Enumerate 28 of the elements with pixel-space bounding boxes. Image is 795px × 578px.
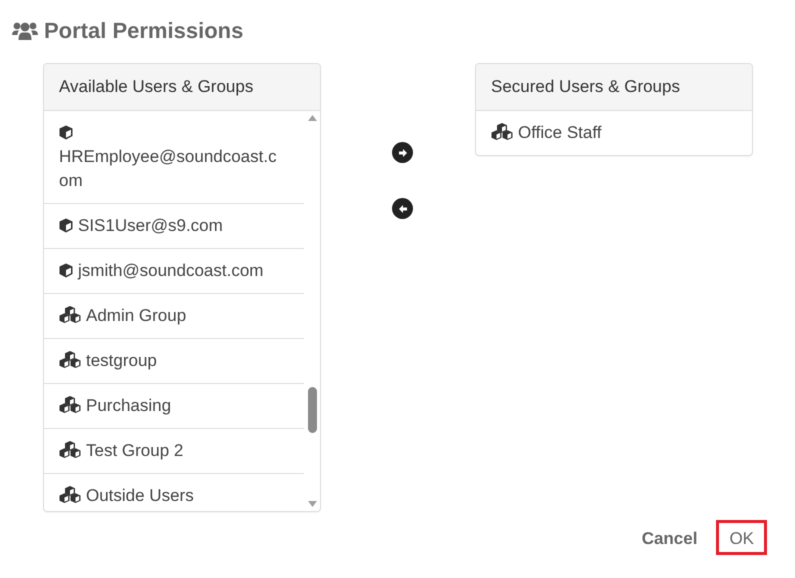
user-item[interactable]: jsmith@soundcoast.com (44, 249, 304, 294)
group-item[interactable]: testgroup (44, 339, 304, 384)
panel-heading: Available Users & Groups (59, 77, 254, 97)
group-item[interactable]: Purchasing (44, 384, 304, 429)
cubes-icon (59, 441, 81, 458)
group-item[interactable]: Office Staff (476, 111, 752, 155)
cubes-icon (491, 123, 513, 140)
user-item[interactable]: HREmployee@soundcoast.com (44, 111, 304, 204)
cubes-icon (59, 351, 81, 368)
cubes-icon (59, 396, 81, 413)
group-item[interactable]: Outside Users (44, 474, 304, 511)
scrollbar-thumb[interactable] (308, 387, 316, 433)
cube-icon (59, 218, 73, 233)
cubes-icon (59, 486, 81, 503)
scroll-down-icon[interactable] (308, 501, 316, 507)
user-item[interactable]: SIS1User@s9.com (44, 204, 304, 249)
panel-heading: Secured Users & Groups (491, 77, 680, 97)
cubes-icon (59, 306, 81, 323)
move-left-button[interactable] (392, 198, 413, 219)
cube-icon (59, 263, 73, 278)
cube-icon (59, 125, 73, 140)
group-item[interactable]: Admin Group (44, 294, 304, 339)
users-icon (12, 21, 38, 41)
group-item[interactable]: Test Group 2 (44, 429, 304, 474)
page-title: Portal Permissions (44, 18, 244, 44)
scroll-up-icon[interactable] (308, 115, 316, 121)
ok-button[interactable]: OK (716, 520, 767, 555)
move-right-button[interactable] (392, 142, 413, 163)
